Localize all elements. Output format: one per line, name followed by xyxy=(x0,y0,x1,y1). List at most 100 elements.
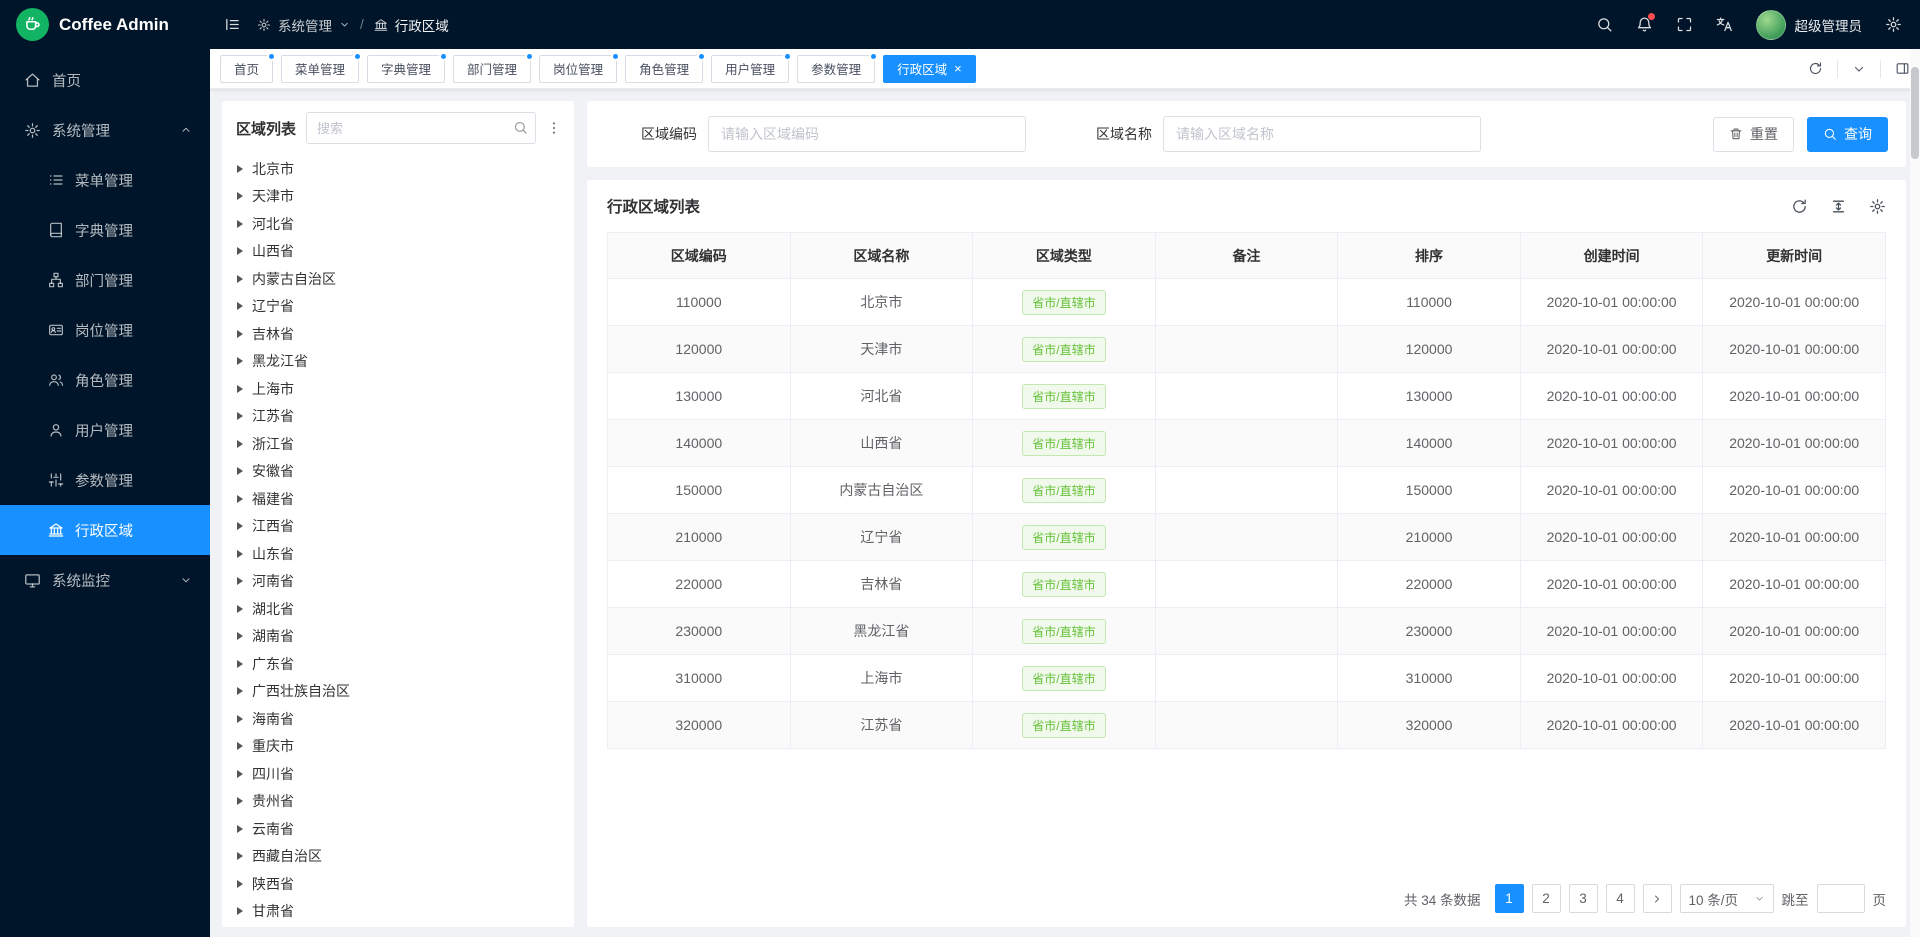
tab-首页[interactable]: 首页 xyxy=(220,55,273,83)
expand-caret-icon[interactable] xyxy=(237,165,243,173)
expand-caret-icon[interactable] xyxy=(237,715,243,723)
tree-item-山西省[interactable]: 山西省 xyxy=(222,238,574,266)
tab-字典管理[interactable]: 字典管理 xyxy=(367,55,445,83)
translate-icon[interactable] xyxy=(1716,16,1733,33)
search-icon[interactable] xyxy=(513,120,528,135)
sidebar-group-system[interactable]: 系统管理 xyxy=(0,105,210,155)
expand-caret-icon[interactable] xyxy=(237,825,243,833)
expand-caret-icon[interactable] xyxy=(237,742,243,750)
tree-item-内蒙古自治区[interactable]: 内蒙古自治区 xyxy=(222,265,574,293)
sidebar-item-岗位管理[interactable]: 岗位管理 xyxy=(0,305,210,355)
page-button-4[interactable]: 4 xyxy=(1606,884,1635,913)
tree-item-四川省[interactable]: 四川省 xyxy=(222,760,574,788)
table-row[interactable]: 120000天津市省市/直辖市1200002020-10-01 00:00:00… xyxy=(608,326,1886,373)
tree-item-河南省[interactable]: 河南省 xyxy=(222,568,574,596)
tab-菜单管理[interactable]: 菜单管理 xyxy=(281,55,359,83)
tree-item-天津市[interactable]: 天津市 xyxy=(222,183,574,211)
expand-caret-icon[interactable] xyxy=(237,660,243,668)
vertical-scrollbar[interactable] xyxy=(1910,49,1920,937)
expand-caret-icon[interactable] xyxy=(237,687,243,695)
expand-caret-icon[interactable] xyxy=(237,880,243,888)
tab-close-dot[interactable] xyxy=(697,52,706,61)
tree-item-湖北省[interactable]: 湖北省 xyxy=(222,595,574,623)
breadcrumb-root[interactable]: 系统管理 xyxy=(278,15,332,35)
bell-icon[interactable] xyxy=(1636,16,1653,33)
expand-caret-icon[interactable] xyxy=(237,330,243,338)
tree-item-黑龙江省[interactable]: 黑龙江省 xyxy=(222,348,574,376)
page-button-2[interactable]: 2 xyxy=(1532,884,1561,913)
search-icon[interactable] xyxy=(1596,16,1613,33)
expand-caret-icon[interactable] xyxy=(237,577,243,585)
expand-caret-icon[interactable] xyxy=(237,385,243,393)
tab-角色管理[interactable]: 角色管理 xyxy=(625,55,703,83)
tree-item-甘肃省[interactable]: 甘肃省 xyxy=(222,898,574,926)
sidebar-item-home[interactable]: 首页 xyxy=(0,55,210,105)
tree-item-福建省[interactable]: 福建省 xyxy=(222,485,574,513)
tree-item-吉林省[interactable]: 吉林省 xyxy=(222,320,574,348)
expand-caret-icon[interactable] xyxy=(237,632,243,640)
reset-button[interactable]: 重置 xyxy=(1713,117,1794,152)
column-settings-icon[interactable] xyxy=(1869,198,1886,215)
tab-部门管理[interactable]: 部门管理 xyxy=(453,55,531,83)
tree-item-云南省[interactable]: 云南省 xyxy=(222,815,574,843)
tab-行政区域[interactable]: 行政区域× xyxy=(883,55,976,83)
expand-caret-icon[interactable] xyxy=(237,192,243,200)
expand-caret-icon[interactable] xyxy=(237,275,243,283)
tree-item-广西壮族自治区[interactable]: 广西壮族自治区 xyxy=(222,678,574,706)
layout-panel-icon[interactable] xyxy=(1895,61,1910,76)
tree-search-input[interactable] xyxy=(306,112,536,144)
table-row[interactable]: 220000吉林省省市/直辖市2200002020-10-01 00:00:00… xyxy=(608,561,1886,608)
chevron-down-icon[interactable] xyxy=(339,19,350,30)
jump-page-input[interactable] xyxy=(1817,884,1865,913)
refresh-icon[interactable] xyxy=(1808,61,1823,76)
table-row[interactable]: 310000上海市省市/直辖市3100002020-10-01 00:00:00… xyxy=(608,655,1886,702)
tree-item-贵州省[interactable]: 贵州省 xyxy=(222,788,574,816)
tree-item-海南省[interactable]: 海南省 xyxy=(222,705,574,733)
tab-close-dot[interactable] xyxy=(353,52,362,61)
tab-用户管理[interactable]: 用户管理 xyxy=(711,55,789,83)
density-icon[interactable] xyxy=(1830,198,1847,215)
expand-caret-icon[interactable] xyxy=(237,605,243,613)
sidebar-item-用户管理[interactable]: 用户管理 xyxy=(0,405,210,455)
tree-item-江西省[interactable]: 江西省 xyxy=(222,513,574,541)
fullscreen-icon[interactable] xyxy=(1676,16,1693,33)
table-row[interactable]: 320000江苏省省市/直辖市3200002020-10-01 00:00:00… xyxy=(608,702,1886,749)
close-icon[interactable]: × xyxy=(954,62,962,75)
sidebar-fold-icon[interactable] xyxy=(224,16,241,33)
sidebar-item-行政区域[interactable]: 行政区域 xyxy=(0,505,210,555)
tab-close-dot[interactable] xyxy=(439,52,448,61)
expand-caret-icon[interactable] xyxy=(237,247,243,255)
expand-caret-icon[interactable] xyxy=(237,467,243,475)
region-name-input[interactable] xyxy=(1163,116,1481,152)
tab-close-dot[interactable] xyxy=(267,52,276,61)
tree-item-重庆市[interactable]: 重庆市 xyxy=(222,733,574,761)
expand-caret-icon[interactable] xyxy=(237,495,243,503)
page-size-select[interactable]: 10 条/页 xyxy=(1680,884,1774,913)
tree-item-辽宁省[interactable]: 辽宁省 xyxy=(222,293,574,321)
sidebar-item-菜单管理[interactable]: 菜单管理 xyxy=(0,155,210,205)
settings-gear-icon[interactable] xyxy=(1885,16,1902,33)
tree-item-陕西省[interactable]: 陕西省 xyxy=(222,870,574,898)
table-row[interactable]: 210000辽宁省省市/直辖市2100002020-10-01 00:00:00… xyxy=(608,514,1886,561)
region-code-input[interactable] xyxy=(708,116,1026,152)
tree-item-河北省[interactable]: 河北省 xyxy=(222,210,574,238)
page-button-1[interactable]: 1 xyxy=(1495,884,1524,913)
tab-参数管理[interactable]: 参数管理 xyxy=(797,55,875,83)
tree-item-浙江省[interactable]: 浙江省 xyxy=(222,430,574,458)
tree-item-青海省[interactable]: 青海省 xyxy=(222,925,574,927)
expand-caret-icon[interactable] xyxy=(237,797,243,805)
tab-close-dot[interactable] xyxy=(525,52,534,61)
tree-item-广东省[interactable]: 广东省 xyxy=(222,650,574,678)
tree-item-上海市[interactable]: 上海市 xyxy=(222,375,574,403)
expand-caret-icon[interactable] xyxy=(237,302,243,310)
expand-caret-icon[interactable] xyxy=(237,412,243,420)
search-button[interactable]: 查询 xyxy=(1807,117,1888,152)
chevron-down-icon[interactable] xyxy=(1852,62,1866,76)
expand-caret-icon[interactable] xyxy=(237,357,243,365)
expand-caret-icon[interactable] xyxy=(237,907,243,915)
tab-岗位管理[interactable]: 岗位管理 xyxy=(539,55,617,83)
sidebar-item-字典管理[interactable]: 字典管理 xyxy=(0,205,210,255)
table-row[interactable]: 140000山西省省市/直辖市1400002020-10-01 00:00:00… xyxy=(608,420,1886,467)
sidebar-item-参数管理[interactable]: 参数管理 xyxy=(0,455,210,505)
table-row[interactable]: 130000河北省省市/直辖市1300002020-10-01 00:00:00… xyxy=(608,373,1886,420)
